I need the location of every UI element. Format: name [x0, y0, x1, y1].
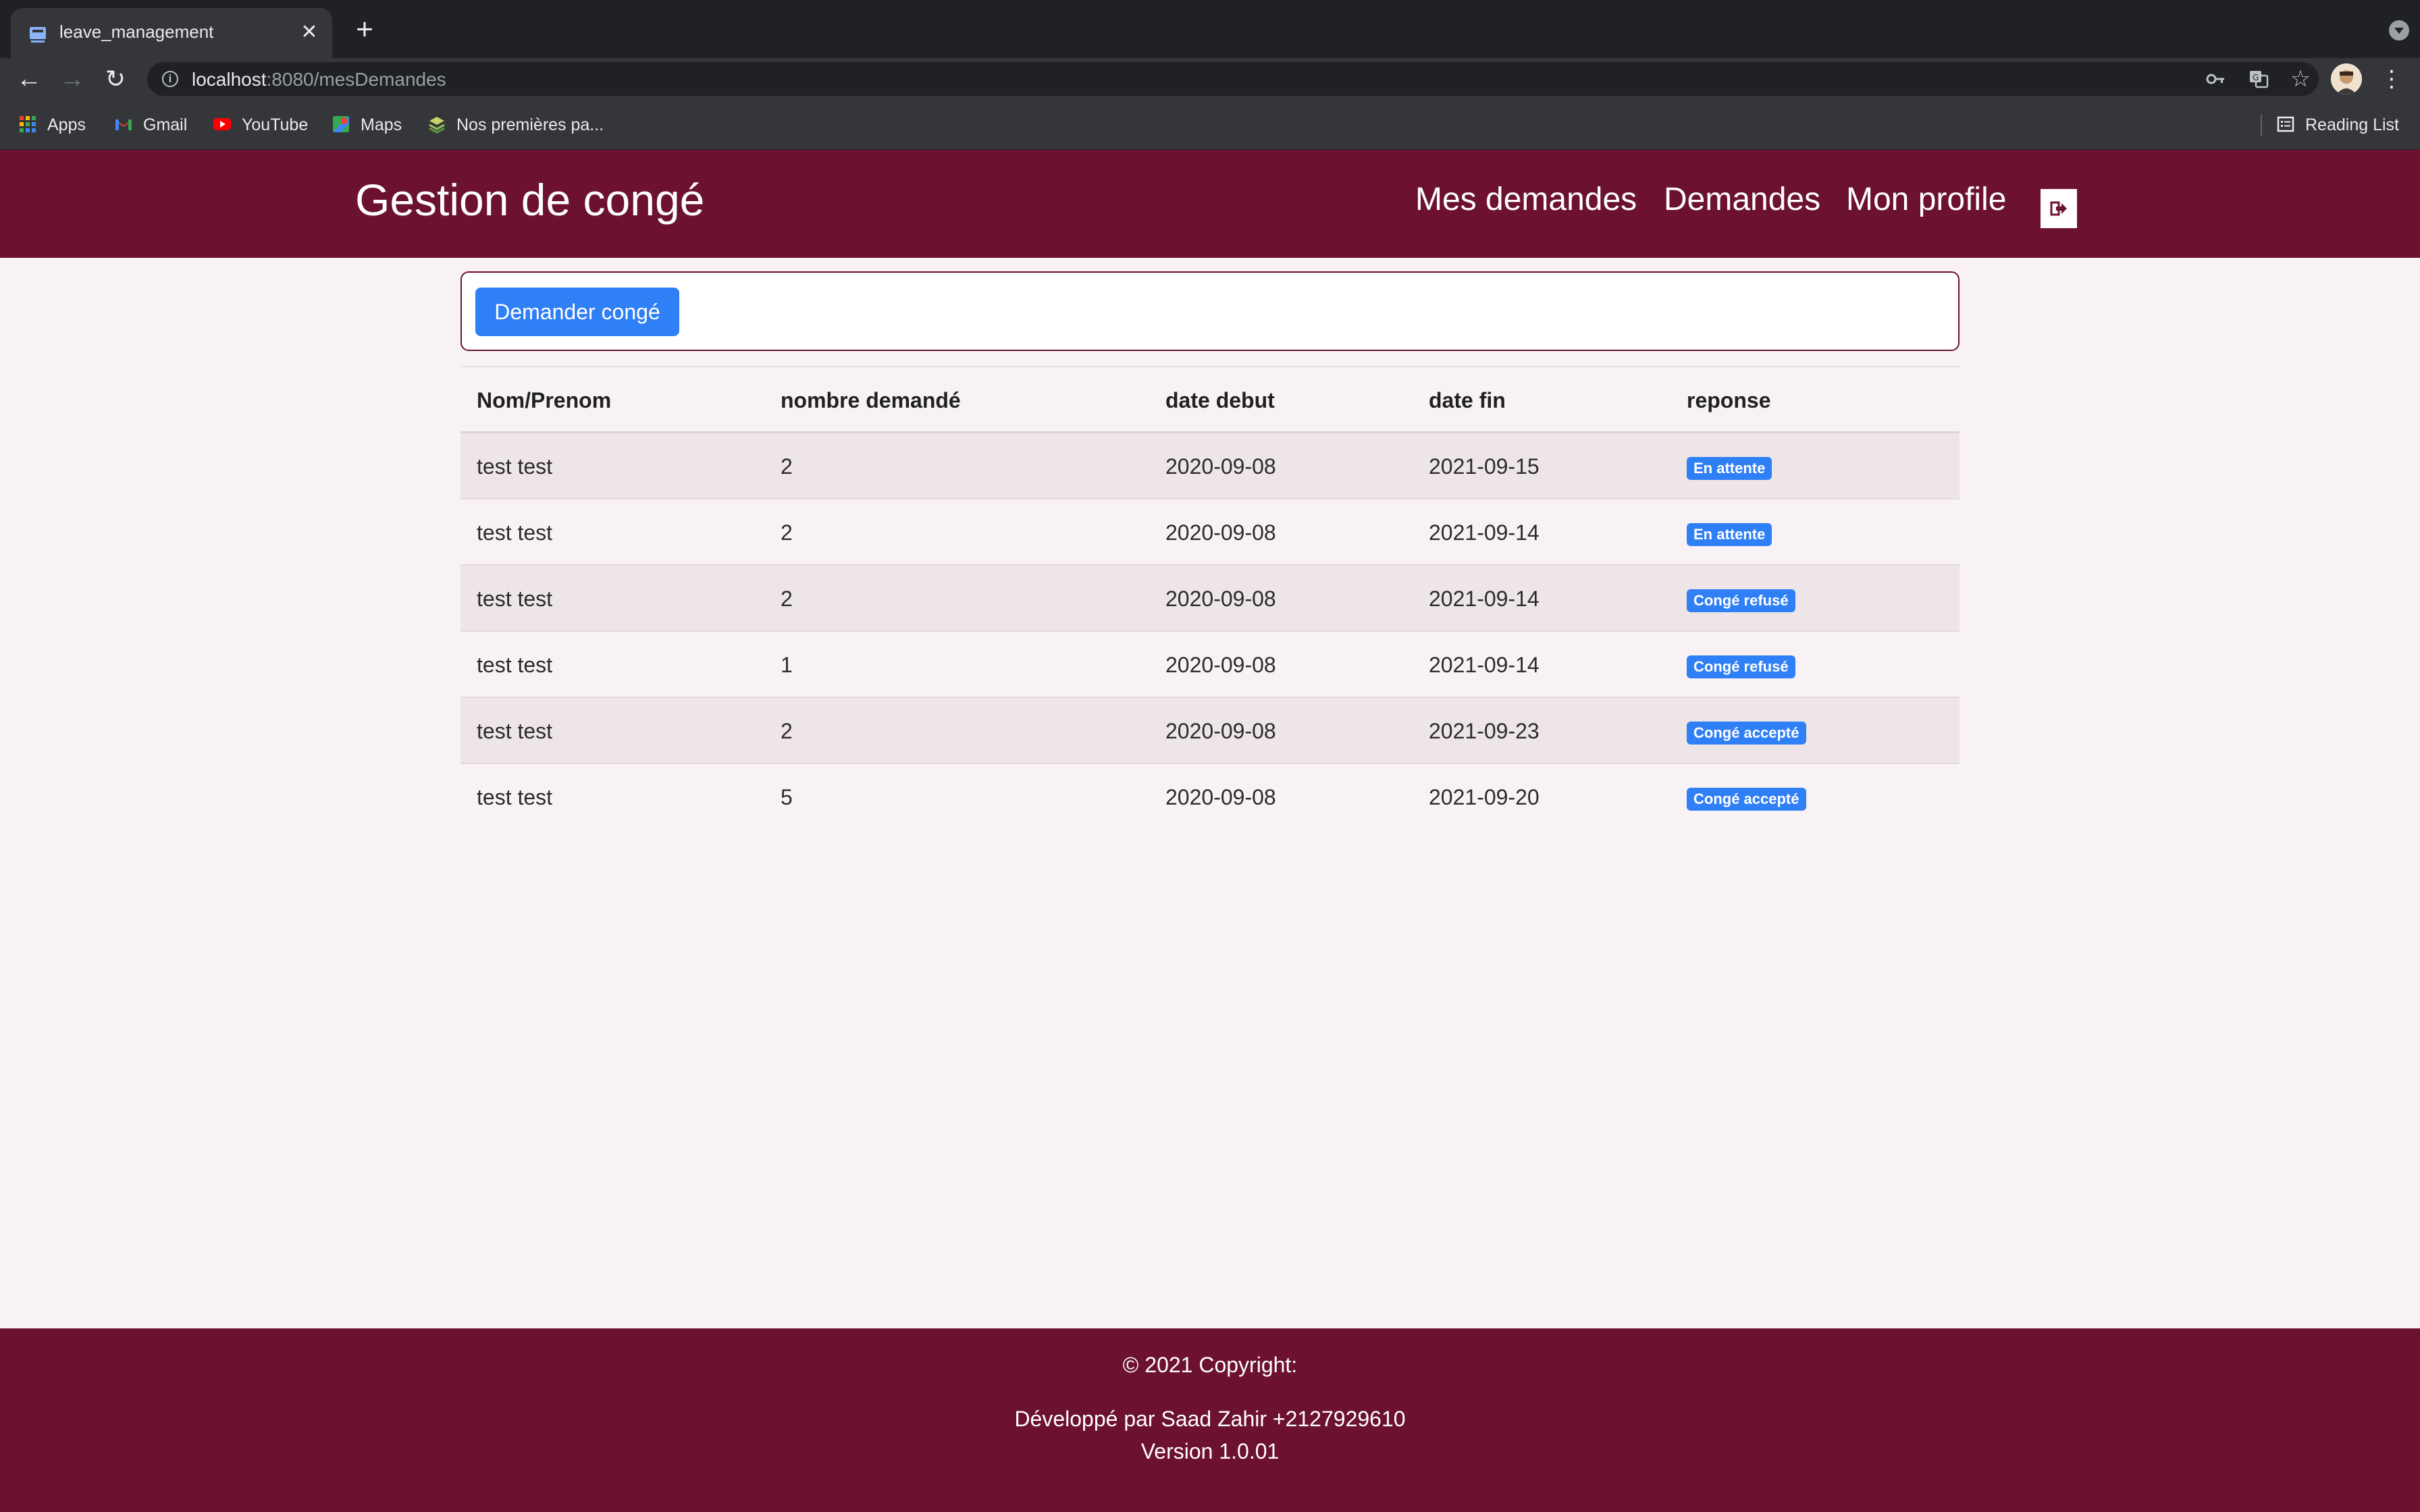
- bookmark-youtube[interactable]: YouTube: [212, 113, 308, 136]
- nav-demandes[interactable]: Demandes: [1664, 181, 1820, 218]
- cell-response: Congé accepté: [1687, 698, 1806, 764]
- maps-icon: [333, 116, 349, 133]
- column-header-start-date: date debut: [1165, 388, 1275, 412]
- youtube-icon: [213, 118, 231, 131]
- browser-toolbar: ← → ↻ i localhost:8080/mesDemandes G ☆ ⋮: [0, 58, 2420, 100]
- column-header-end-date: date fin: [1429, 388, 1506, 412]
- leave-requests-table: Nom/Prenom nombre demandé date debut dat…: [461, 366, 1959, 830]
- avatar-icon: [2331, 63, 2362, 94]
- key-icon[interactable]: [2204, 68, 2227, 90]
- bookmarks-separator: [2261, 115, 2262, 136]
- tab-search-icon[interactable]: [2389, 20, 2409, 40]
- browser-menu-icon[interactable]: ⋮: [2379, 62, 2404, 96]
- cell-end-date: 2021-09-20: [1429, 785, 1540, 809]
- app-footer: © 2021 Copyright: Développé par Saad Zah…: [0, 1328, 2420, 1512]
- bookmark-star-icon[interactable]: ☆: [2289, 68, 2312, 90]
- table-row: test test 2 2020-09-08 2021-09-15 En att…: [461, 433, 1959, 500]
- table-header-row: Nom/Prenom nombre demandé date debut dat…: [461, 367, 1959, 433]
- cell-end-date: 2021-09-14: [1429, 520, 1540, 545]
- cell-end-date: 2021-09-14: [1429, 587, 1540, 611]
- cell-name: test test: [477, 653, 553, 677]
- table-row: test test 5 2020-09-08 2021-09-20 Congé …: [461, 764, 1959, 830]
- column-header-name: Nom/Prenom: [477, 388, 612, 412]
- column-header-count: nombre demandé: [781, 388, 961, 412]
- cell-start-date: 2020-09-08: [1165, 520, 1276, 545]
- cell-response: En attente: [1687, 433, 1772, 500]
- cell-end-date: 2021-09-15: [1429, 454, 1540, 479]
- cell-start-date: 2020-09-08: [1165, 454, 1276, 479]
- cell-response: Congé accepté: [1687, 764, 1806, 830]
- app-brand[interactable]: Gestion de congé: [355, 174, 704, 225]
- back-icon[interactable]: ←: [12, 62, 46, 96]
- tab-title: leave_management: [59, 22, 214, 42]
- footer-developer: Développé par Saad Zahir +2127929610: [1014, 1407, 1406, 1431]
- cell-start-date: 2020-09-08: [1165, 587, 1276, 611]
- address-bar[interactable]: i localhost:8080/mesDemandes G ☆: [147, 62, 2319, 96]
- sign-out-icon: [2050, 201, 2067, 216]
- logout-button[interactable]: [2041, 189, 2077, 228]
- table-row: test test 2 2020-09-08 2021-09-14 Congé …: [461, 566, 1959, 632]
- status-badge: Congé refusé: [1687, 589, 1795, 612]
- nav-mes-demandes[interactable]: Mes demandes: [1415, 181, 1637, 218]
- reading-list-icon: [2277, 117, 2294, 132]
- reading-list-button[interactable]: Reading List: [2276, 113, 2399, 136]
- status-badge: Congé accepté: [1687, 787, 1806, 811]
- cell-response: Congé refusé: [1687, 566, 1795, 632]
- bookmark-gmail[interactable]: Gmail: [113, 113, 187, 136]
- cell-start-date: 2020-09-08: [1165, 719, 1276, 743]
- action-card: Demander congé: [461, 271, 1959, 351]
- tab-close-icon[interactable]: ✕: [296, 19, 323, 46]
- cell-count: 2: [781, 454, 793, 479]
- gmail-icon: [115, 119, 132, 131]
- browser-tab[interactable]: leave_management ✕: [11, 8, 332, 58]
- request-leave-button[interactable]: Demander congé: [475, 288, 679, 336]
- bookmark-apps[interactable]: Apps: [18, 113, 86, 136]
- main-content: Demander congé Nom/Prenom nombre demandé…: [0, 258, 2420, 1328]
- bookmark-nos-premieres[interactable]: Nos premières pa...: [427, 113, 604, 136]
- status-badge: Congé refusé: [1687, 655, 1795, 678]
- cell-count: 5: [781, 785, 793, 809]
- status-badge: En attente: [1687, 456, 1772, 480]
- cell-count: 2: [781, 520, 793, 545]
- new-tab-button[interactable]: +: [350, 15, 379, 46]
- apps-grid-icon: [20, 116, 36, 133]
- cell-name: test test: [477, 719, 553, 743]
- bookmark-maps[interactable]: Maps: [331, 113, 402, 136]
- svg-text:G: G: [2253, 73, 2259, 82]
- browser-tab-strip: leave_management ✕ +: [0, 0, 2420, 58]
- app-header: Gestion de congé Mes demandes Demandes M…: [0, 150, 2420, 258]
- cell-start-date: 2020-09-08: [1165, 785, 1276, 809]
- cell-count: 2: [781, 587, 793, 611]
- bookmark-site-icon: [429, 117, 445, 134]
- forward-icon[interactable]: →: [55, 62, 89, 96]
- cell-end-date: 2021-09-23: [1429, 719, 1540, 743]
- status-badge: En attente: [1687, 522, 1772, 546]
- status-badge: Congé accepté: [1687, 721, 1806, 745]
- cell-name: test test: [477, 520, 553, 545]
- reload-icon[interactable]: ↻: [99, 62, 132, 96]
- cell-name: test test: [477, 587, 553, 611]
- footer-copyright: © 2021 Copyright:: [1122, 1353, 1298, 1377]
- cell-start-date: 2020-09-08: [1165, 653, 1276, 677]
- table-row: test test 2 2020-09-08 2021-09-14 En att…: [461, 500, 1959, 566]
- nav-mon-profile[interactable]: Mon profile: [1846, 181, 2006, 218]
- cell-count: 1: [781, 653, 793, 677]
- table-row: test test 1 2020-09-08 2021-09-14 Congé …: [461, 632, 1959, 698]
- tab-favicon-icon: [30, 27, 46, 43]
- site-info-icon[interactable]: i: [162, 71, 178, 87]
- cell-count: 2: [781, 719, 793, 743]
- profile-avatar[interactable]: [2331, 63, 2362, 94]
- footer-version: Version 1.0.01: [1140, 1439, 1280, 1463]
- cell-response: En attente: [1687, 500, 1772, 566]
- cell-end-date: 2021-09-14: [1429, 653, 1540, 677]
- translate-icon[interactable]: G: [2247, 68, 2270, 90]
- table-row: test test 2 2020-09-08 2021-09-23 Congé …: [461, 698, 1959, 764]
- cell-name: test test: [477, 454, 553, 479]
- cell-name: test test: [477, 785, 553, 809]
- url-text: localhost:8080/mesDemandes: [192, 69, 446, 90]
- column-header-response: reponse: [1687, 388, 1771, 412]
- bookmarks-bar: Apps Gmail YouTube Maps Nos premières pa…: [0, 100, 2420, 150]
- cell-response: Congé refusé: [1687, 632, 1795, 698]
